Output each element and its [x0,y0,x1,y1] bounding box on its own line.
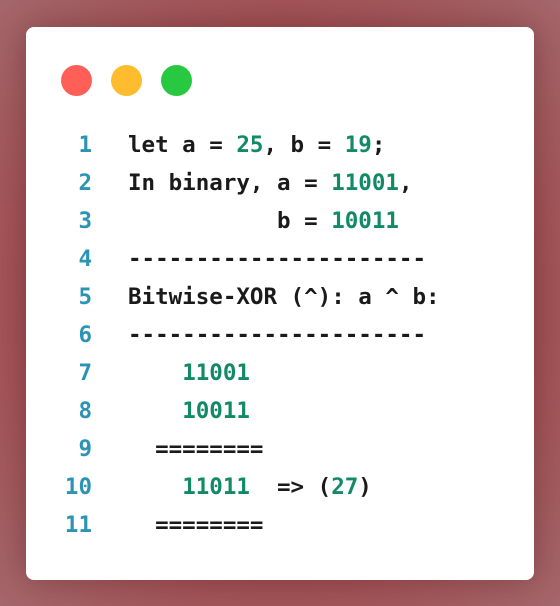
code-token: In binary, a = [128,170,332,196]
line-number: 5 [78,284,92,310]
code-token: ======== [128,436,264,462]
line-number: 4 [78,246,92,272]
line-number: 3 [78,208,92,234]
line-number: 6 [78,322,92,348]
code-line: 2 In binary, a = 11001, [26,164,440,202]
number-literal: 11001 [182,360,250,386]
code-text: ======== [92,430,263,468]
number-literal: 10011 [331,208,399,234]
code-token: , b = [263,132,345,158]
close-button[interactable] [61,65,92,96]
line-number: 9 [78,436,92,462]
line-number: 7 [78,360,92,386]
number-literal: 11001 [331,170,399,196]
code-text: ---------------------- [92,316,426,354]
code-token: ) [358,474,372,500]
line-number: 2 [78,170,92,196]
code-token: ======== [128,512,264,538]
code-text: Bitwise-XOR (^): a ^ b: [92,278,440,316]
line-number: 8 [78,398,92,424]
window-controls [61,65,211,96]
code-token: , [398,170,413,196]
code-text: 11001 [92,354,250,392]
code-token: b = [128,208,332,234]
number-literal: 11011 [182,474,250,500]
code-line: 9 ======== [26,430,440,468]
code-text: 10011 [92,392,250,430]
code-line: 7 11001 [26,354,440,392]
code-line: 4 ---------------------- [26,240,440,278]
code-token: ---------------------- [128,322,427,348]
code-card: 1 let a = 25, b = 19; 2 In binary, a = 1100… [26,27,534,580]
code-line: 5 Bitwise-XOR (^): a ^ b: [26,278,440,316]
code-token: Bitwise-XOR (^): a ^ b: [128,284,440,310]
code-text: 11011 => (27) [92,468,372,506]
code-text: ======== [92,506,263,544]
code-token: ; [371,132,386,158]
code-text: b = 10011 [92,202,399,240]
line-number: 1 [78,132,92,158]
line-number: 11 [64,512,92,538]
code-block: 1 let a = 25, b = 19; 2 In binary, a = 1100… [26,126,440,544]
code-line: 11 ======== [26,506,440,544]
number-literal: 25 [236,132,264,158]
code-text: let a = 25, b = 19; [92,126,385,164]
code-line: 6 ---------------------- [26,316,440,354]
number-literal: 27 [331,474,359,500]
line-number: 10 [64,474,92,500]
minimize-button[interactable] [111,65,142,96]
code-token: ---------------------- [128,246,427,272]
code-line: 8 10011 [26,392,440,430]
code-text: In binary, a = 11001, [92,164,412,202]
code-line: 3 b = 10011 [26,202,440,240]
code-text: ---------------------- [92,240,426,278]
code-line: 1 let a = 25, b = 19; [26,126,440,164]
number-literal: 10011 [182,398,250,424]
maximize-button[interactable] [161,65,192,96]
code-token: => ( [249,474,332,500]
number-literal: 19 [344,132,372,158]
code-line: 10 11011 => (27) [26,468,440,506]
code-token: let a = [128,132,237,158]
